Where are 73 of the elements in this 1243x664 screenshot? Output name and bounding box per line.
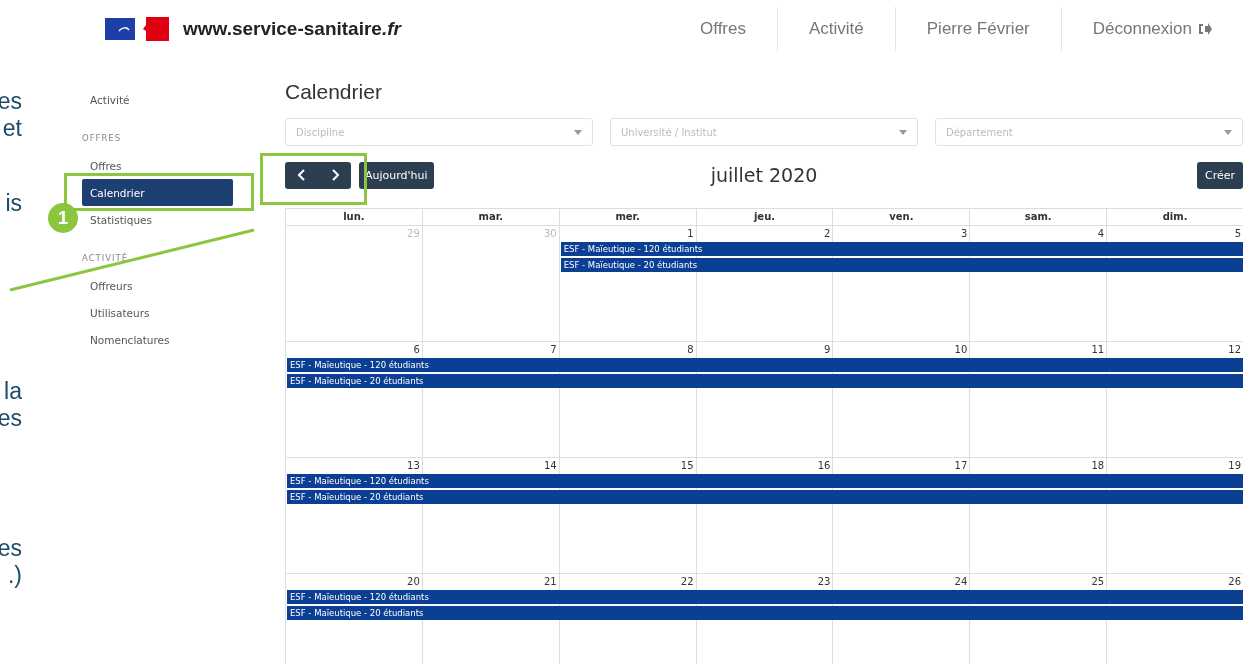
day-number: 13: [406, 459, 421, 473]
slide-text: is: [5, 190, 22, 217]
sidebar-heading: OFFRES: [82, 133, 123, 145]
day-number: 6: [412, 343, 421, 357]
day-number: 1: [686, 227, 695, 241]
calendar-event[interactable]: ESF - Maïeutique - 120 étudiants: [287, 358, 1243, 372]
slide-text: .): [7, 562, 22, 589]
calendar-event[interactable]: ESF - Maïeutique - 120 étudiants: [287, 474, 1243, 488]
day-number: 25: [1090, 575, 1106, 589]
day-number: 14: [542, 459, 558, 473]
weekday-header: mer.: [559, 208, 697, 226]
today-button[interactable]: Aujourd'hui: [359, 161, 434, 189]
sidebar-heading: ACTIVITÉ: [82, 253, 130, 265]
day-number: 11: [1090, 343, 1106, 357]
day-number: 12: [1227, 343, 1242, 357]
sidebar-item[interactable]: Offres: [82, 152, 233, 179]
logout-link[interactable]: Déconnexion: [1060, 7, 1243, 51]
day-number: 16: [816, 459, 832, 473]
nav-link[interactable]: Offres: [669, 7, 777, 51]
caret-icon: [899, 129, 907, 135]
sign-out-icon: [1198, 23, 1212, 35]
calendar-event[interactable]: ESF - Maïeutique - 120 étudiants: [287, 590, 1243, 604]
sidebar-item[interactable]: Nomenclatures: [82, 326, 233, 353]
day-number: 23: [816, 575, 832, 589]
sidebar-item[interactable]: Utilisateurs: [82, 299, 233, 326]
chevron-left-icon: [297, 169, 306, 181]
day-number: 20: [406, 575, 421, 589]
weekday-header: sam.: [970, 208, 1108, 226]
step-badge: 1: [48, 203, 78, 233]
prev-next-button[interactable]: [285, 161, 351, 189]
day-number: 22: [679, 575, 695, 589]
calendar-event[interactable]: ESF - Maïeutique - 20 étudiants: [287, 374, 1243, 388]
day-number: 5: [1233, 227, 1242, 241]
day-number: 29: [406, 227, 421, 241]
day-number: 24: [953, 575, 969, 589]
day-number: 9: [823, 343, 832, 357]
chevron-right-icon: [330, 169, 339, 181]
day-number: 8: [686, 343, 695, 357]
weekday-header: mar.: [422, 208, 560, 226]
page-title: Calendrier: [285, 80, 383, 104]
day-number: 30: [542, 227, 558, 241]
slide-text: et: [2, 115, 22, 142]
calendar-title: juillet 2020: [710, 164, 818, 186]
day-number: 2: [823, 227, 832, 241]
sidebar-item[interactable]: Statistiques: [82, 206, 233, 233]
nav-link[interactable]: Activité: [777, 7, 895, 51]
weekday-header: lun.: [286, 208, 423, 226]
calendar-event[interactable]: ESF - Maïeutique - 120 étudiants: [560, 242, 1243, 256]
caret-icon: [1224, 129, 1232, 135]
weekday-header: dim.: [1107, 208, 1243, 226]
day-number: 19: [1227, 459, 1242, 473]
weekday-header: jeu.: [696, 208, 834, 226]
calendar-event[interactable]: ESF - Maïeutique - 20 étudiants: [560, 258, 1243, 272]
day-number: 18: [1090, 459, 1106, 473]
sidebar-item[interactable]: Offreurs: [82, 272, 233, 299]
day-number: 21: [542, 575, 558, 589]
nav-link[interactable]: Pierre Février: [894, 7, 1061, 51]
create-button[interactable]: Créer: [1196, 161, 1243, 189]
calendar-event[interactable]: ESF - Maïeutique - 20 étudiants: [287, 606, 1243, 620]
slide-text: la: [4, 378, 22, 405]
calendar-event[interactable]: ESF - Maïeutique - 20 étudiants: [287, 490, 1243, 504]
sidebar-item[interactable]: Activité: [82, 86, 233, 113]
day-number: 4: [1096, 227, 1106, 241]
day-number: 10: [953, 343, 969, 357]
day-number: 26: [1227, 575, 1242, 589]
day-number: 17: [953, 459, 969, 473]
site-name: www.service-sanitaire.fr: [183, 18, 401, 40]
day-number: 3: [959, 227, 969, 241]
caret-icon: [574, 129, 582, 135]
weekday-header: ven.: [833, 208, 971, 226]
sidebar-item[interactable]: Calendrier: [82, 179, 233, 206]
day-number: 15: [679, 459, 695, 473]
day-number: 7: [549, 343, 558, 357]
